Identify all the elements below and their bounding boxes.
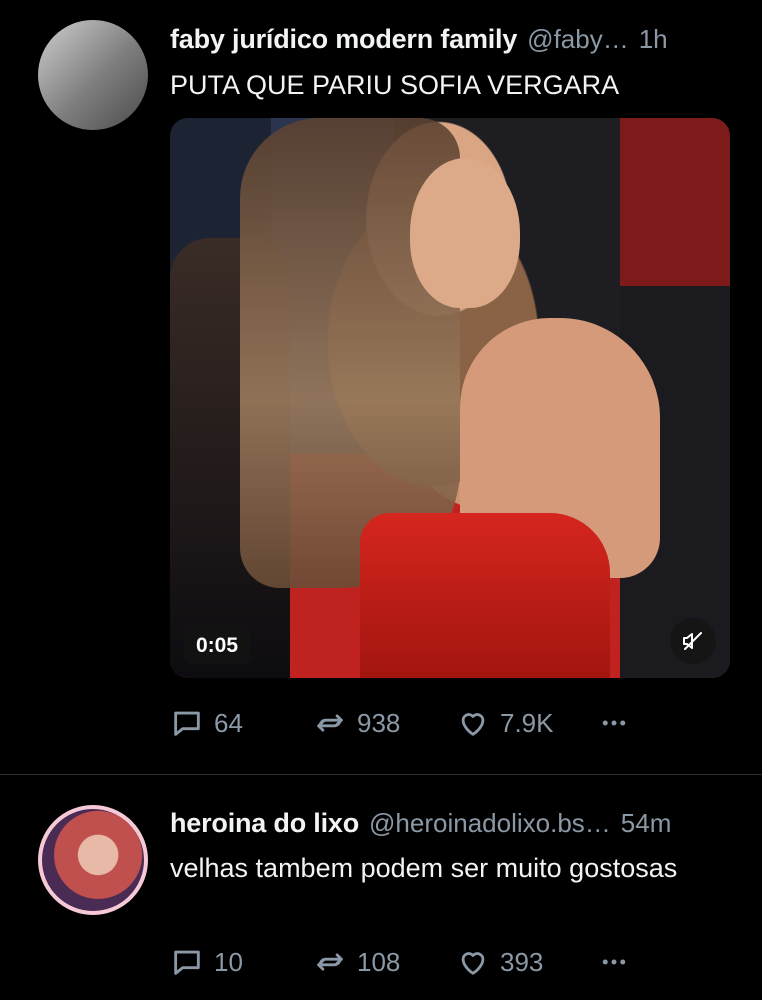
speaker-muted-icon [683,632,702,650]
post-text: PUTA QUE PARIU SOFIA VERGARA [170,70,620,100]
avatar[interactable] [38,20,148,130]
post-time[interactable]: 54m [621,808,672,839]
post[interactable]: faby jurídico modern family @faby… 1h PU… [0,0,762,775]
reply-button[interactable]: 64 [170,706,313,740]
video-player[interactable]: 0:05 [170,118,730,678]
repost-arrows-icon [317,714,343,732]
repost-count: 108 [357,946,401,977]
avatar[interactable] [38,805,148,915]
more-options-button[interactable] [599,945,639,979]
heart-icon [461,952,485,975]
like-button[interactable]: 7.9K [456,706,599,740]
ellipsis-icon [602,720,626,726]
like-count: 7.9K [500,707,554,738]
like-count: 393 [500,946,544,977]
author-name[interactable]: faby jurídico modern family [170,24,517,55]
repost-count: 938 [357,707,401,738]
repost-arrows-icon [317,953,343,971]
like-button[interactable]: 393 [456,945,599,979]
repost-button[interactable]: 108 [313,945,456,979]
heart-icon [461,713,485,736]
post-actions: 64 938 7.9K [170,706,639,740]
video-duration: 0:05 [184,628,251,664]
speech-bubble-icon [174,950,200,975]
author-name[interactable]: heroina do lixo [170,808,359,839]
post-header: faby jurídico modern family @faby… 1h [170,24,730,55]
author-handle[interactable]: @heroinadolixo.bs… [369,808,611,839]
post-actions: 10 108 393 [170,945,639,979]
video-frame-figure [360,513,610,678]
post-time[interactable]: 1h [639,24,668,55]
speech-bubble-icon [174,711,200,736]
post-text: velhas tambem podem ser muito gostosas [170,853,678,883]
video-frame-figure [410,158,520,308]
reply-count: 64 [214,707,243,738]
post[interactable]: heroina do lixo @heroinadolixo.bs… 54m v… [0,775,762,1000]
repost-button[interactable]: 938 [313,706,456,740]
reply-count: 10 [214,946,243,977]
author-handle[interactable]: @faby… [527,24,629,55]
more-options-button[interactable] [599,706,639,740]
post-header: heroina do lixo @heroinadolixo.bs… 54m [170,808,730,839]
ellipsis-icon [602,959,626,965]
reply-button[interactable]: 10 [170,945,313,979]
mute-button[interactable] [670,618,716,664]
